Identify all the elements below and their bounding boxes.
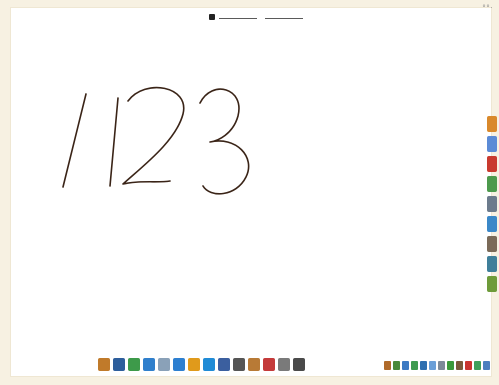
system-tray bbox=[384, 359, 490, 371]
photos-icon[interactable] bbox=[158, 357, 170, 371]
audio-icon[interactable] bbox=[384, 360, 391, 370]
shield-icon[interactable] bbox=[411, 360, 418, 370]
network-icon[interactable] bbox=[402, 360, 409, 370]
bottle-icon[interactable] bbox=[293, 357, 305, 371]
clock-icon[interactable] bbox=[438, 360, 445, 370]
photo-icon[interactable] bbox=[487, 196, 497, 212]
pen-icon[interactable] bbox=[233, 357, 245, 371]
network-icon[interactable] bbox=[487, 136, 497, 152]
stroke-digit-2 bbox=[122, 86, 185, 185]
stroke-digit-3 bbox=[199, 88, 250, 195]
plug-icon[interactable] bbox=[393, 360, 400, 370]
package-icon[interactable] bbox=[487, 276, 497, 292]
stroke-slash bbox=[62, 93, 87, 188]
globe-icon[interactable] bbox=[487, 216, 497, 232]
folder-icon[interactable] bbox=[487, 116, 497, 132]
brush-icon[interactable] bbox=[248, 357, 260, 371]
bottom-dock bbox=[98, 356, 305, 372]
monitor-icon[interactable] bbox=[113, 357, 125, 371]
plugin-icon[interactable] bbox=[487, 176, 497, 192]
flag-icon[interactable] bbox=[465, 360, 472, 370]
power-icon[interactable] bbox=[487, 156, 497, 172]
update-icon[interactable] bbox=[474, 360, 481, 370]
side-dock bbox=[487, 116, 499, 292]
chat-icon[interactable] bbox=[173, 357, 185, 371]
globe-icon[interactable] bbox=[143, 357, 155, 371]
battery-icon[interactable] bbox=[447, 360, 454, 370]
volume-icon[interactable] bbox=[456, 360, 463, 370]
handwriting-ink bbox=[62, 86, 250, 195]
calendar-icon[interactable] bbox=[203, 357, 215, 371]
window-icon[interactable] bbox=[218, 357, 230, 371]
clipboard-icon[interactable] bbox=[188, 357, 200, 371]
paint-icon[interactable] bbox=[98, 357, 110, 371]
pencil-icon[interactable] bbox=[263, 357, 275, 371]
person-icon[interactable] bbox=[487, 236, 497, 252]
notes-icon[interactable] bbox=[278, 357, 290, 371]
vnc-icon[interactable] bbox=[420, 360, 427, 370]
display-icon[interactable] bbox=[483, 360, 490, 370]
chat-icon[interactable] bbox=[429, 360, 436, 370]
stroke-digit-1 bbox=[109, 97, 119, 187]
tools-icon[interactable] bbox=[487, 256, 497, 272]
refresh-icon[interactable] bbox=[128, 357, 140, 371]
